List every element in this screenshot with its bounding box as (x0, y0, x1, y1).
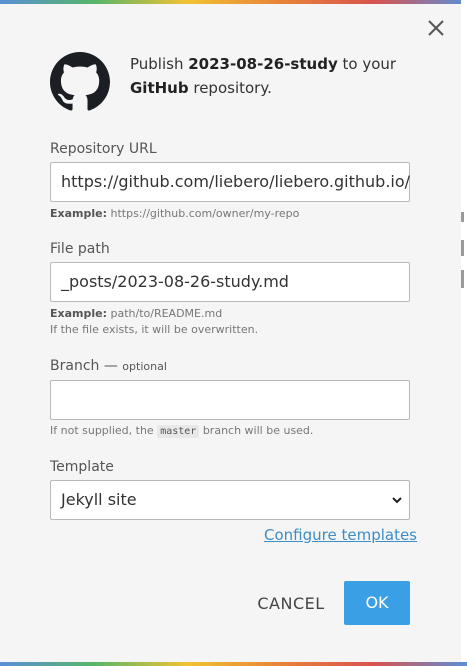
background-glyph (461, 240, 464, 256)
dialog-intro-text: Publish 2023-08-26-study to your GitHub … (130, 55, 397, 97)
document-name: 2023-08-26-study (188, 55, 338, 73)
repository-url-example: Example: https://github.com/owner/my-rep… (50, 207, 300, 220)
publish-dialog: Publish 2023-08-26-study to your GitHub … (0, 4, 461, 662)
bottom-color-stripe (0, 662, 467, 666)
github-logo-icon (50, 52, 110, 111)
template-label: Template (50, 459, 114, 475)
ok-button[interactable]: OK (344, 581, 410, 625)
file-path-example: Example: path/to/README.md (50, 307, 223, 320)
close-icon (428, 20, 444, 36)
template-select[interactable]: Jekyll site (50, 480, 410, 520)
dialog-header: Publish 2023-08-26-study to your GitHub … (50, 50, 420, 114)
optional-tag: optional (122, 360, 167, 373)
branch-hint: If not supplied, the master branch will … (50, 424, 314, 438)
service-name: GitHub (130, 79, 189, 97)
file-path-input[interactable]: _posts/2023-08-26-study.md (50, 262, 410, 302)
configure-templates-link[interactable]: Configure templates (264, 526, 417, 544)
background-glyph (461, 212, 464, 222)
background-glyph (461, 270, 464, 288)
close-button[interactable] (424, 16, 448, 40)
chevron-down-icon (392, 497, 402, 504)
cancel-button[interactable]: CANCEL (246, 582, 336, 626)
background-window-edge (461, 0, 467, 666)
template-select-value: Jekyll site (61, 490, 137, 509)
branch-input[interactable] (50, 380, 410, 420)
repository-url-input[interactable]: https://github.com/liebero/liebero.githu… (50, 162, 410, 202)
file-path-label: File path (50, 241, 110, 257)
file-path-overwrite-note: If the file exists, it will be overwritt… (50, 323, 259, 336)
branch-default-code: master (157, 425, 200, 438)
repository-url-label: Repository URL (50, 141, 157, 157)
branch-label: Branch — optional (50, 358, 167, 374)
